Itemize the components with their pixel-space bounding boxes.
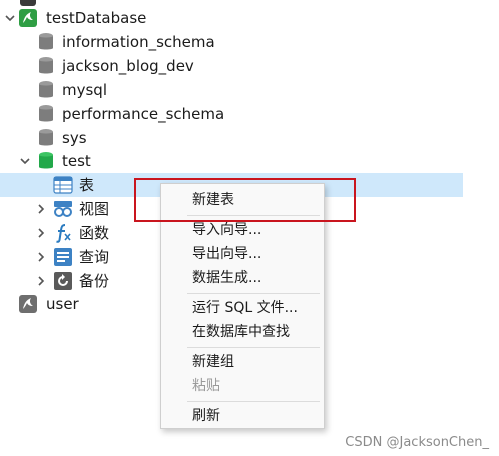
watermark: CSDN @JacksonChen_	[345, 435, 489, 450]
tree-row-connection[interactable]: testDatabase	[0, 6, 463, 30]
menu-item-find-in-database[interactable]: 在数据库中查找	[161, 321, 324, 343]
database-icon	[36, 80, 56, 100]
menu-item-data-generation[interactable]: 数据生成...	[161, 267, 324, 289]
menu-item-export-wizard[interactable]: 导出向导...	[161, 243, 324, 265]
database-open-icon	[36, 151, 56, 171]
database-icon	[36, 32, 56, 52]
menu-separator	[187, 293, 320, 294]
tree-row-database[interactable]: sys	[0, 126, 463, 150]
query-icon	[53, 247, 73, 267]
connection-label: testDatabase	[46, 9, 147, 27]
tree-row-database-open[interactable]: test	[0, 149, 463, 173]
mysql-connection-icon	[18, 8, 38, 28]
database-label: sys	[62, 129, 87, 147]
database-icon	[36, 56, 56, 76]
chevron-right-icon[interactable]	[34, 274, 48, 288]
tree-node-label: 查询	[79, 248, 110, 266]
menu-item-refresh[interactable]: 刷新	[161, 405, 324, 427]
menu-separator	[187, 401, 320, 402]
database-label: information_schema	[62, 33, 215, 51]
tree-node-label: 视图	[79, 200, 110, 218]
chevron-right-icon[interactable]	[34, 226, 48, 240]
connection-label: user	[46, 295, 79, 313]
chevron-down-icon[interactable]	[3, 11, 17, 25]
tree-row-database[interactable]: performance_schema	[0, 102, 463, 126]
database-icon	[36, 128, 56, 148]
chevron-right-icon[interactable]	[34, 250, 48, 264]
backup-icon	[53, 271, 73, 291]
menu-separator	[187, 347, 320, 348]
mysql-connection-icon	[18, 294, 38, 314]
chevron-down-icon[interactable]	[18, 154, 32, 168]
tree-node-label: 函数	[79, 224, 110, 242]
tree-row-database[interactable]: jackson_blog_dev	[0, 54, 463, 78]
menu-item-run-sql-file[interactable]: 运行 SQL 文件...	[161, 297, 324, 319]
database-label: performance_schema	[62, 105, 225, 123]
database-icon	[36, 104, 56, 124]
database-label: mysql	[62, 81, 107, 99]
menu-item-new-group[interactable]: 新建组	[161, 351, 324, 373]
tree-row-database[interactable]: information_schema	[0, 30, 463, 54]
annotation-highlight-box	[134, 178, 356, 222]
tree-row-database[interactable]: mysql	[0, 78, 463, 102]
tree-node-label: 表	[79, 176, 95, 194]
function-icon	[53, 223, 73, 243]
tree-node-label: 备份	[79, 272, 110, 290]
database-label: test	[62, 152, 91, 170]
database-label: jackson_blog_dev	[62, 57, 194, 75]
chevron-right-icon[interactable]	[34, 202, 48, 216]
menu-item-import-wizard[interactable]: 导入向导...	[161, 219, 324, 241]
view-icon	[53, 199, 73, 219]
menu-item-paste: 粘贴	[192, 378, 220, 394]
table-icon	[53, 175, 73, 195]
